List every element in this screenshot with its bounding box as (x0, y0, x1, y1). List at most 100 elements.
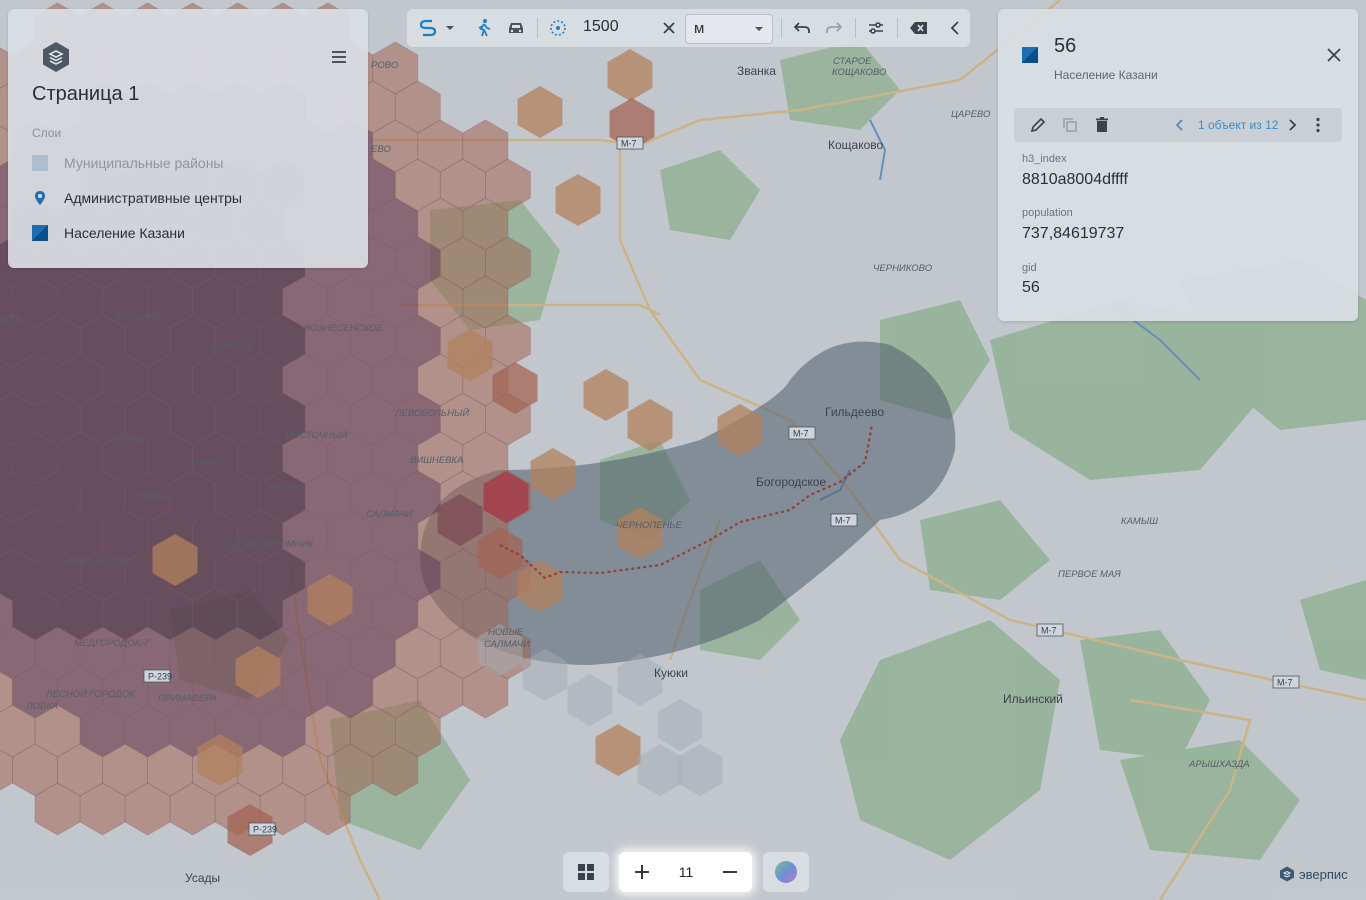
hamburger-icon[interactable] (328, 47, 352, 67)
locality-label: ВИШНЕВКА (410, 455, 463, 466)
locality-label: АЗИНО-1 (209, 341, 251, 352)
copy-icon[interactable] (1060, 115, 1080, 135)
chevron-down-icon (755, 27, 763, 31)
layer-item-kazan-population[interactable]: Население Казани (32, 222, 185, 244)
locality-label: РОВО (371, 60, 399, 71)
chevron-right-icon[interactable] (1282, 115, 1302, 135)
edit-icon[interactable] (1028, 115, 1048, 135)
grid-icon (578, 864, 594, 880)
attribute-key: h3_index (1022, 153, 1067, 165)
chevron-left-icon[interactable] (1170, 115, 1190, 135)
locality-label: ЛОВКА (25, 701, 58, 712)
locality-label: МЕДГОРОДОК (66, 556, 134, 567)
unit-value: м (694, 20, 705, 37)
road-shield: М-7 (830, 513, 858, 527)
layer-label: Муниципальные районы (64, 155, 224, 171)
toolbar-divider (781, 18, 782, 38)
place-label: Званка (737, 64, 776, 78)
svg-text:М-7: М-7 (621, 139, 637, 149)
brand-name: эверпис (1299, 866, 1348, 882)
toolbar-divider (897, 18, 898, 38)
locality-label: АРЫШХАЗДА (1188, 759, 1250, 770)
locality-label: ЕВО (371, 144, 391, 155)
locality-label: МАЗ (0, 314, 20, 325)
zoom-level: 11 (678, 864, 694, 880)
road-shield: Р-239 (143, 669, 172, 683)
feature-pager: 1 объект из 12 (1198, 118, 1279, 132)
radius-icon[interactable] (547, 17, 569, 39)
clear-icon[interactable] (659, 17, 679, 39)
layers-panel: Страница 1 Слои Муниципальные районы Адм… (8, 9, 368, 268)
road-shield: М-7 (616, 136, 644, 150)
attribute-key: gid (1022, 262, 1037, 274)
toolbar-divider (855, 18, 856, 38)
feature-layer-name: Население Казани (1054, 68, 1158, 82)
svg-text:М-7: М-7 (1041, 626, 1057, 636)
locality-label: АЛТАН (267, 482, 300, 493)
place-label: Богородское (756, 475, 826, 489)
more-vertical-icon[interactable] (1308, 115, 1328, 135)
settings-icon[interactable] (865, 17, 887, 39)
locality-label: КОЩАКОВО (832, 67, 887, 78)
backspace-icon[interactable] (907, 17, 931, 39)
walk-icon[interactable] (473, 17, 495, 39)
locality-label: ЧЕРНОПЕНЬЕ (616, 520, 683, 531)
toolbar-divider (537, 18, 538, 38)
close-icon[interactable] (1324, 45, 1344, 65)
trash-icon[interactable] (1092, 115, 1112, 135)
layer-item-admin-centers[interactable]: Административные центры (32, 187, 242, 209)
place-label: Усады (185, 871, 220, 885)
locality-label: МЕДГОРОДОК-7 (74, 638, 149, 649)
place-label: Гильдеево (825, 405, 884, 419)
polygon-swatch-icon (32, 155, 48, 171)
polygon-swatch-icon (32, 225, 48, 241)
unit-select[interactable]: м (685, 14, 773, 44)
brand-logo: эверпис (1279, 866, 1348, 882)
page-title: Страница 1 (32, 83, 140, 105)
route-icon[interactable] (417, 17, 439, 39)
zoom-out-button[interactable] (720, 862, 740, 882)
attribute-value: 56 (1022, 279, 1040, 296)
svg-text:М-7: М-7 (793, 429, 809, 439)
road-shield: Р-239 (248, 822, 277, 836)
car-icon[interactable] (505, 17, 527, 39)
locality-label: ВОЗНЕСЕНСКОЕ (304, 323, 383, 334)
basemap-button[interactable] (763, 852, 809, 892)
locality-label: ВОСТОЧНЫЙ (286, 429, 347, 441)
chevron-down-icon[interactable] (443, 17, 457, 39)
redo-icon[interactable] (823, 17, 845, 39)
layers-section-label: Слои (32, 126, 62, 140)
svg-text:М-7: М-7 (1277, 678, 1293, 688)
map-pin-icon (35, 191, 45, 205)
zoom-control: 11 (619, 852, 752, 892)
road-shield: М-7 (1272, 675, 1300, 689)
svg-text:Р-239: Р-239 (148, 672, 172, 682)
locality-label: ЧЕРНИКОВО (873, 263, 933, 274)
svg-text:Р-239: Р-239 (253, 825, 277, 835)
chevron-left-icon[interactable] (945, 17, 965, 39)
locality-label: ЛЕВОБОЛЬНЫЙ (394, 407, 469, 419)
isochrone-toolbar: 1500 м (407, 9, 970, 47)
radius-input[interactable]: 1500 (583, 18, 619, 36)
attribute-value: 8810a8004dffff (1022, 171, 1128, 188)
locality-label: НОВЫЕ (488, 627, 524, 638)
locality-label: ГОРКИ-3 (136, 492, 176, 503)
place-label: Куюки (654, 666, 688, 680)
layer-item-municipal-districts[interactable]: Муниципальные районы (32, 152, 223, 174)
undo-icon[interactable] (791, 17, 813, 39)
zoom-in-button[interactable] (632, 862, 652, 882)
locality-label: ПЛОДОПИТОМНИК (225, 539, 315, 550)
attribute-value: 737,84619737 (1022, 225, 1125, 242)
layers-logo-icon[interactable] (40, 41, 72, 73)
locality-label: ПРИМАВЕРА (158, 693, 217, 704)
attribute-key: population (1022, 207, 1073, 219)
svg-text:М-7: М-7 (835, 516, 851, 526)
locality-label: ГОРКИ-2 (187, 458, 227, 469)
locality-label: ЦАРЕВО (951, 109, 991, 120)
locality-label: СТАРОЕ (833, 56, 872, 67)
grid-view-button[interactable] (563, 852, 609, 892)
layer-label: Население Казани (64, 225, 185, 241)
locality-label: ГОРКИ-1 (110, 434, 149, 445)
road-shield: М-7 (788, 426, 816, 440)
feature-toolbar: 1 объект из 12 (1014, 108, 1342, 142)
